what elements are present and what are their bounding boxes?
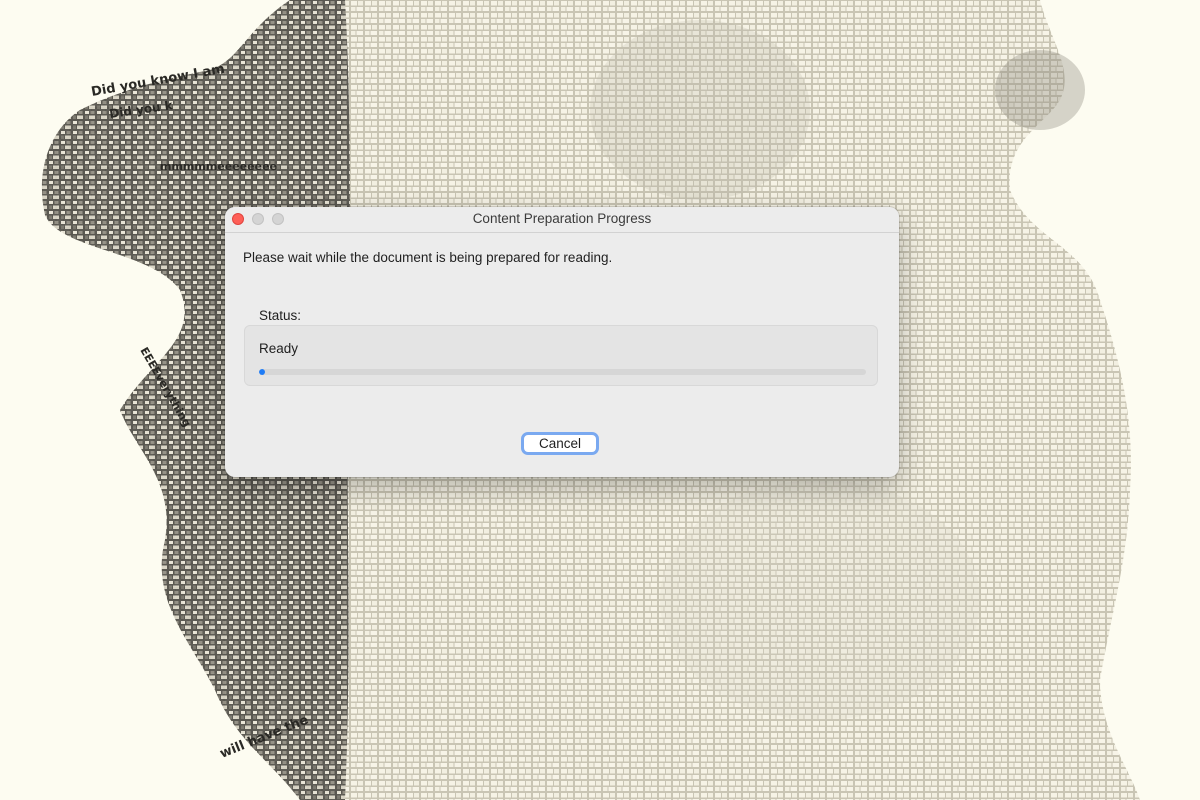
cancel-button[interactable]: Cancel xyxy=(521,432,599,455)
desktop-stage: Did you know I am Did you k mmmmmeeeeeee… xyxy=(0,0,1200,800)
status-value: Ready xyxy=(259,341,299,356)
status-label: Status: xyxy=(259,308,302,323)
wait-message: Please wait while the document is being … xyxy=(243,250,613,265)
dialog-title: Content Preparation Progress xyxy=(472,211,652,226)
progress-bar xyxy=(259,369,866,375)
progress-bar-fill xyxy=(259,369,266,375)
art-text-3: mmmmmeeeeeeee xyxy=(160,160,277,173)
dialog-titlebar[interactable]: Content Preparation Progress xyxy=(225,207,899,233)
progress-dialog: Content Preparation Progress Please wait… xyxy=(225,207,899,477)
status-panel: Ready xyxy=(244,325,878,386)
